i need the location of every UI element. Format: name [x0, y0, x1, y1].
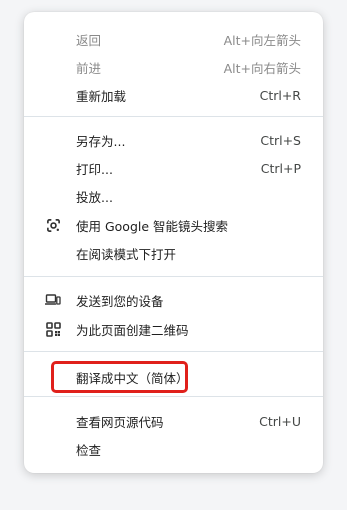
menu-separator [24, 396, 323, 397]
devices-icon [45, 292, 61, 308]
menu-item-shortcut: Ctrl+U [259, 413, 301, 429]
menu-item-google-lens[interactable]: 使用 Google 智能镜头搜索 [24, 211, 323, 239]
menu-separator [24, 116, 323, 117]
menu-item-qr-code[interactable]: 为此页面创建二维码 [24, 315, 323, 343]
menu-item-view-source[interactable]: 查看网页源代码 Ctrl+U [24, 407, 323, 435]
menu-separator [24, 276, 323, 277]
menu-item-label: 投放... [76, 189, 113, 205]
menu-item-label: 在阅读模式下打开 [76, 246, 177, 262]
menu-item-shortcut: Alt+向左箭头 [223, 32, 301, 48]
menu-item-shortcut: Ctrl+S [260, 132, 301, 148]
menu-item-label: 重新加载 [76, 88, 127, 104]
menu-item-back[interactable]: 返回 Alt+向左箭头 [24, 25, 323, 53]
menu-separator [24, 351, 323, 352]
menu-item-label: 发送到您的设备 [76, 293, 164, 309]
menu-item-label: 为此页面创建二维码 [76, 322, 189, 338]
menu-item-shortcut: Alt+向右箭头 [223, 60, 301, 76]
menu-item-label: 翻译成中文（简体） [76, 370, 189, 386]
menu-item-label: 前进 [76, 60, 102, 76]
google-lens-icon [45, 217, 61, 233]
qr-code-icon [45, 321, 61, 337]
menu-item-reading-mode[interactable]: 在阅读模式下打开 [24, 239, 323, 267]
menu-item-reload[interactable]: 重新加载 Ctrl+R [24, 81, 323, 109]
menu-item-inspect[interactable]: 检查 [24, 435, 323, 463]
menu-item-save-as[interactable]: 另存为... Ctrl+S [24, 126, 323, 154]
menu-item-shortcut: Ctrl+P [260, 160, 301, 176]
menu-item-label: 检查 [76, 442, 102, 458]
menu-item-label: 查看网页源代码 [76, 414, 164, 430]
menu-item-label: 另存为... [76, 133, 126, 149]
menu-item-shortcut: Ctrl+R [259, 87, 301, 103]
context-menu: 返回 Alt+向左箭头 前进 Alt+向右箭头 重新加载 Ctrl+R 另存为.… [24, 12, 323, 473]
menu-item-label: 使用 Google 智能镜头搜索 [76, 218, 229, 234]
menu-item-print[interactable]: 打印... Ctrl+P [24, 154, 323, 182]
menu-item-label: 返回 [76, 32, 102, 48]
menu-item-cast[interactable]: 投放... [24, 182, 323, 210]
menu-item-forward[interactable]: 前进 Alt+向右箭头 [24, 53, 323, 81]
menu-item-label: 打印... [76, 161, 113, 177]
menu-item-send-to-devices[interactable]: 发送到您的设备 [24, 286, 323, 314]
menu-item-translate[interactable]: 翻译成中文（简体） [24, 363, 323, 391]
